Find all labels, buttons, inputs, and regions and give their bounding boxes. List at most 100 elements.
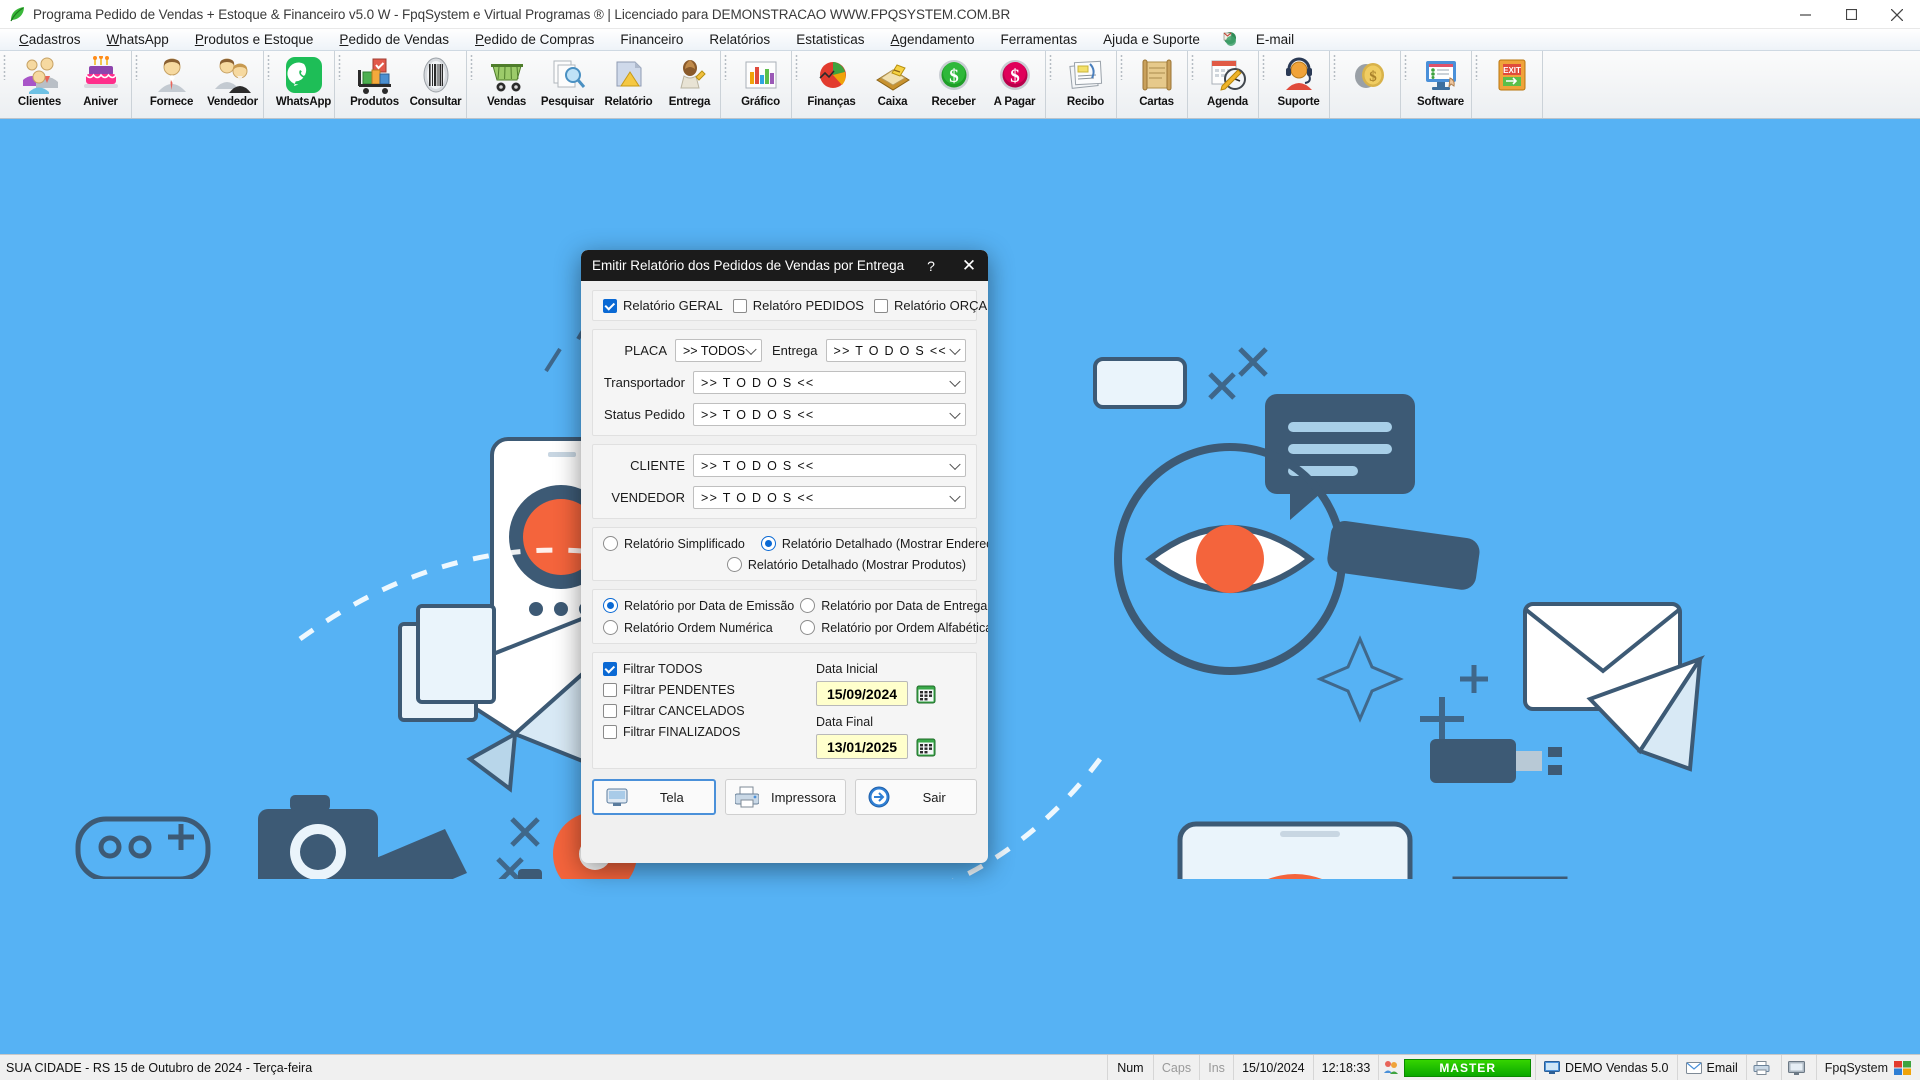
menu-item-ajuda-e-suporte[interactable]: Ajuda e Suporte xyxy=(1090,29,1213,51)
help-icon[interactable]: ? xyxy=(912,250,950,281)
toolbar-grip[interactable] xyxy=(0,51,9,118)
checkbox-box[interactable] xyxy=(732,298,747,313)
radio-circle[interactable] xyxy=(726,557,742,572)
checkbox-filtrar-todos[interactable]: Filtrar TODOS xyxy=(603,662,816,676)
toolbar-label: Vendedor xyxy=(207,96,258,108)
checkbox-box[interactable] xyxy=(873,298,888,313)
toolbar-button-coin[interactable]: $ xyxy=(1339,51,1400,118)
toolbar-button-entrega[interactable]: Entrega xyxy=(659,51,720,118)
radio-por-data-de-emissao[interactable]: Relatório por Data de Emissão xyxy=(603,598,794,613)
menu-item-pedido-de-compras[interactable]: Pedido de Compras xyxy=(462,29,607,51)
menu-item-agendamento[interactable]: Agendamento xyxy=(877,29,987,51)
radio-relatorio-simplificado[interactable]: Relatório Simplificado xyxy=(603,536,745,551)
toolbar-button-aniver[interactable]: Aniver xyxy=(70,51,131,118)
impressora-button[interactable]: Impressora xyxy=(724,779,847,815)
toolbar-grip[interactable] xyxy=(1188,51,1197,118)
toolbar-grip[interactable] xyxy=(1259,51,1268,118)
toolbar-button-vendedor[interactable]: Vendedor xyxy=(202,51,263,118)
globe-mail-icon[interactable] xyxy=(1213,31,1243,48)
toolbar-grip[interactable] xyxy=(1117,51,1126,118)
toolbar-grip[interactable] xyxy=(132,51,141,118)
menu-item-whatsapp[interactable]: WhatsApp xyxy=(94,29,182,51)
toolbar-grip[interactable] xyxy=(1472,51,1481,118)
toolbar-grip[interactable] xyxy=(1046,51,1055,118)
toolbar-button-produtos[interactable]: Produtos xyxy=(344,51,405,118)
toolbar-button-financas[interactable]: Finanças xyxy=(801,51,862,118)
radio-ordem-alfabetica[interactable]: Relatório por Ordem Alfabética xyxy=(800,620,988,635)
toolbar-button-fornece[interactable]: Fornece xyxy=(141,51,202,118)
statusbar-device-cell[interactable] xyxy=(1782,1055,1817,1080)
menu-item-relatorios[interactable]: Relatórios xyxy=(696,29,783,51)
checkbox-relatorio-pedidos[interactable]: Relatóro PEDIDOS xyxy=(732,298,864,313)
radio-circle[interactable] xyxy=(800,620,816,635)
menu-item-ferramentas[interactable]: Ferramentas xyxy=(988,29,1091,51)
radio-ordem-numerica[interactable]: Relatório Ordem Numérica xyxy=(603,620,794,635)
toolbar-grip[interactable] xyxy=(335,51,344,118)
toolbar-button-grafico[interactable]: Gráfico xyxy=(730,51,791,118)
minimize-icon[interactable] xyxy=(1782,0,1828,29)
toolbar-button-vendas[interactable]: Vendas xyxy=(476,51,537,118)
toolbar-button-relatorio[interactable]: Relatório xyxy=(598,51,659,118)
menu-item-financeiro[interactable]: Financeiro xyxy=(607,29,696,51)
toolbar-grip[interactable] xyxy=(1401,51,1410,118)
toolbar-button-receber[interactable]: $ Receber xyxy=(923,51,984,118)
toolbar-grip[interactable] xyxy=(467,51,476,118)
menu-item-estatisticas[interactable]: Estatisticas xyxy=(783,29,877,51)
transportador-select[interactable]: >> T O D O S << xyxy=(693,371,966,394)
radio-circle[interactable] xyxy=(760,536,776,551)
toolbar-grip[interactable] xyxy=(792,51,801,118)
radio-por-data-de-entrega[interactable]: Relatório por Data de Entrega xyxy=(800,598,988,613)
data-inicial-input[interactable]: 15/09/2024 xyxy=(816,681,908,706)
checkbox-relatorio-orcamento[interactable]: Relatório ORÇAMENTO xyxy=(873,298,988,313)
checkbox-filtrar-finalizados[interactable]: Filtrar FINALIZADOS xyxy=(603,725,816,739)
radio-circle[interactable] xyxy=(603,598,618,613)
menu-item-email[interactable]: E-mail xyxy=(1243,29,1307,51)
placa-select[interactable]: >> TODOS xyxy=(675,339,762,362)
toolbar-button-consultar[interactable]: Consultar xyxy=(405,51,466,118)
radio-relatorio-detalhado-endereco[interactable]: Relatório Detalhado (Mostrar Endereço) xyxy=(760,536,988,551)
radio-circle[interactable] xyxy=(603,536,618,551)
toolbar-button-clientes[interactable]: Clientes xyxy=(9,51,70,118)
cliente-select[interactable]: >> T O D O S << xyxy=(693,454,966,477)
close-icon[interactable]: ✕ xyxy=(950,250,988,281)
statusbar-printer-cell[interactable] xyxy=(1747,1055,1782,1080)
checkbox-filtrar-cancelados[interactable]: Filtrar CANCELADOS xyxy=(603,704,816,718)
statusbar-email-cell[interactable]: Email xyxy=(1678,1055,1747,1080)
toolbar-grip[interactable] xyxy=(1330,51,1339,118)
toolbar-button-suporte[interactable]: Suporte xyxy=(1268,51,1329,118)
radio-circle[interactable] xyxy=(603,620,618,635)
checkbox-filtrar-pendentes[interactable]: Filtrar PENDENTES xyxy=(603,683,816,697)
toolbar-button-caixa[interactable]: Caixa xyxy=(862,51,923,118)
radio-circle[interactable] xyxy=(800,598,816,613)
entrega-select[interactable]: >> T O D O S << xyxy=(825,339,966,362)
toolbar-button-whatsapp[interactable]: WhatsApp xyxy=(273,51,334,118)
toolbar-grip[interactable] xyxy=(721,51,730,118)
checkbox-box[interactable] xyxy=(603,662,617,676)
checkbox-box[interactable] xyxy=(603,704,617,718)
menu-item-produtos-e-estoque[interactable]: Produtos e Estoque xyxy=(182,29,327,51)
status-pedido-select[interactable]: >> T O D O S << xyxy=(693,403,966,426)
radio-relatorio-detalhado-produtos[interactable]: Relatório Detalhado (Mostrar Produtos) xyxy=(726,557,966,572)
calendar-icon[interactable] xyxy=(915,683,937,705)
checkbox-box[interactable] xyxy=(603,298,617,313)
menu-item-pedido-de-vendas[interactable]: Pedido de Vendas xyxy=(326,29,462,51)
toolbar-button-software[interactable]: Software xyxy=(1410,51,1471,118)
calendar-icon[interactable] xyxy=(915,736,937,758)
checkbox-box[interactable] xyxy=(603,725,617,739)
menu-item-cadastros[interactable]: Cadastros xyxy=(6,29,94,51)
toolbar-button-cartas[interactable]: Cartas xyxy=(1126,51,1187,118)
data-final-input[interactable]: 13/01/2025 xyxy=(816,734,908,759)
toolbar-button-recibo[interactable]: Recibo xyxy=(1055,51,1116,118)
tela-button[interactable]: Tela xyxy=(592,779,716,815)
sair-button[interactable]: Sair xyxy=(855,779,978,815)
close-icon[interactable] xyxy=(1874,0,1920,29)
checkbox-box[interactable] xyxy=(603,683,617,697)
toolbar-button-pesquisar[interactable]: Pesquisar xyxy=(537,51,598,118)
toolbar-button-exit[interactable]: EXIT xyxy=(1481,51,1542,118)
toolbar-button-a-pagar[interactable]: $ A Pagar xyxy=(984,51,1045,118)
toolbar-button-agenda[interactable]: Agenda xyxy=(1197,51,1258,118)
vendedor-select[interactable]: >> T O D O S << xyxy=(693,486,966,509)
checkbox-relatorio-geral[interactable]: Relatório GERAL xyxy=(603,298,723,313)
toolbar-grip[interactable] xyxy=(264,51,273,118)
maximize-icon[interactable] xyxy=(1828,0,1874,29)
